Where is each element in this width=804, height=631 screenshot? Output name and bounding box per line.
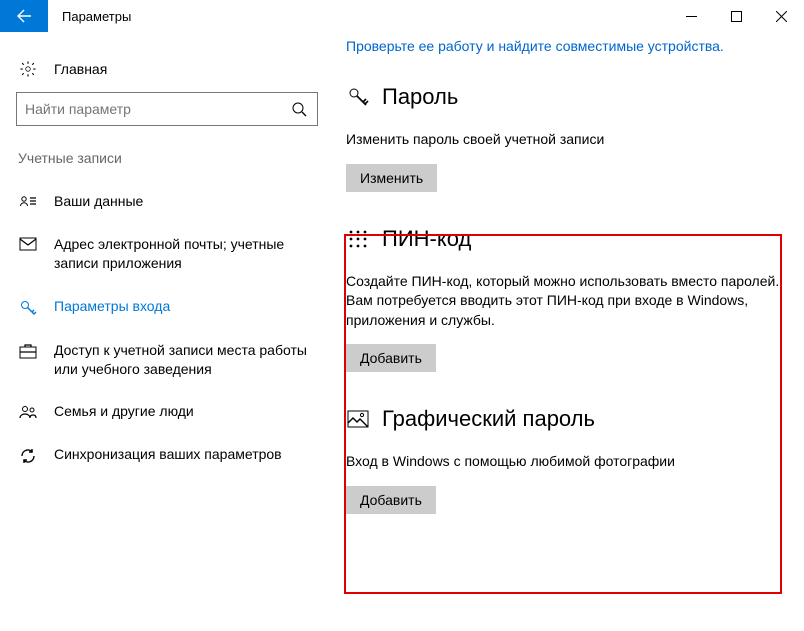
sidebar-item-family[interactable]: Семья и другие люди: [16, 390, 318, 433]
sidebar-home-label: Главная: [54, 61, 107, 77]
sidebar-item-label: Доступ к учетной записи места работы или…: [54, 341, 312, 379]
main-panel: Проверьте ее работу и найдите совместимы…: [334, 32, 804, 631]
people-icon: [18, 402, 38, 420]
close-icon: [776, 11, 787, 22]
section-title: ПИН-код: [382, 226, 471, 252]
search-input[interactable]: [16, 92, 318, 126]
window-title: Параметры: [48, 9, 669, 24]
sidebar-item-signin-options[interactable]: Параметры входа: [16, 285, 318, 329]
sidebar-item-label: Семья и другие люди: [54, 402, 312, 421]
change-password-button[interactable]: Изменить: [346, 164, 437, 192]
minimize-icon: [686, 11, 697, 22]
section-desc: Изменить пароль своей учетной записи: [346, 130, 788, 150]
key-icon: [18, 297, 38, 317]
compat-link[interactable]: Проверьте ее работу и найдите совместимы…: [346, 32, 788, 58]
sidebar-item-sync[interactable]: Синхронизация ваших параметров: [16, 433, 318, 477]
section-password: Пароль Изменить пароль своей учетной зап…: [346, 84, 788, 192]
sidebar-item-label: Адрес электронной почты; учетные записи …: [54, 235, 312, 273]
person-card-icon: [18, 192, 38, 208]
gear-icon: [18, 60, 38, 78]
section-desc: Создайте ПИН-код, который можно использо…: [346, 272, 788, 331]
close-button[interactable]: [759, 0, 804, 32]
titlebar: Параметры: [0, 0, 804, 32]
sidebar-item-email[interactable]: Адрес электронной почты; учетные записи …: [16, 223, 318, 285]
sidebar: Главная Учетные записи Ваши данные Адрес…: [0, 32, 334, 631]
maximize-button[interactable]: [714, 0, 759, 32]
maximize-icon: [731, 11, 742, 22]
search-field[interactable]: [25, 101, 289, 117]
section-title: Графический пароль: [382, 406, 595, 432]
mail-icon: [18, 235, 38, 251]
picture-icon: [346, 410, 370, 428]
section-pin: ПИН-код Создайте ПИН-код, который можно …: [346, 226, 788, 373]
sidebar-item-label: Параметры входа: [54, 297, 312, 316]
pin-pad-icon: [346, 229, 370, 249]
back-button[interactable]: [0, 0, 48, 32]
sidebar-item-work-access[interactable]: Доступ к учетной записи места работы или…: [16, 329, 318, 391]
sidebar-item-label: Ваши данные: [54, 192, 312, 211]
sidebar-item-your-info[interactable]: Ваши данные: [16, 180, 318, 223]
key-icon: [346, 86, 370, 108]
section-title: Пароль: [382, 84, 458, 110]
section-picture-password: Графический пароль Вход в Windows с помо…: [346, 406, 788, 514]
add-picture-password-button[interactable]: Добавить: [346, 486, 436, 514]
sidebar-group-header: Учетные записи: [16, 144, 318, 180]
section-desc: Вход в Windows с помощью любимой фотогра…: [346, 452, 788, 472]
search-icon: [289, 101, 309, 117]
sidebar-item-label: Синхронизация ваших параметров: [54, 445, 312, 464]
sync-icon: [18, 445, 38, 465]
arrow-left-icon: [16, 8, 32, 24]
add-pin-button[interactable]: Добавить: [346, 344, 436, 372]
sidebar-home[interactable]: Главная: [16, 50, 318, 92]
briefcase-icon: [18, 341, 38, 359]
minimize-button[interactable]: [669, 0, 714, 32]
